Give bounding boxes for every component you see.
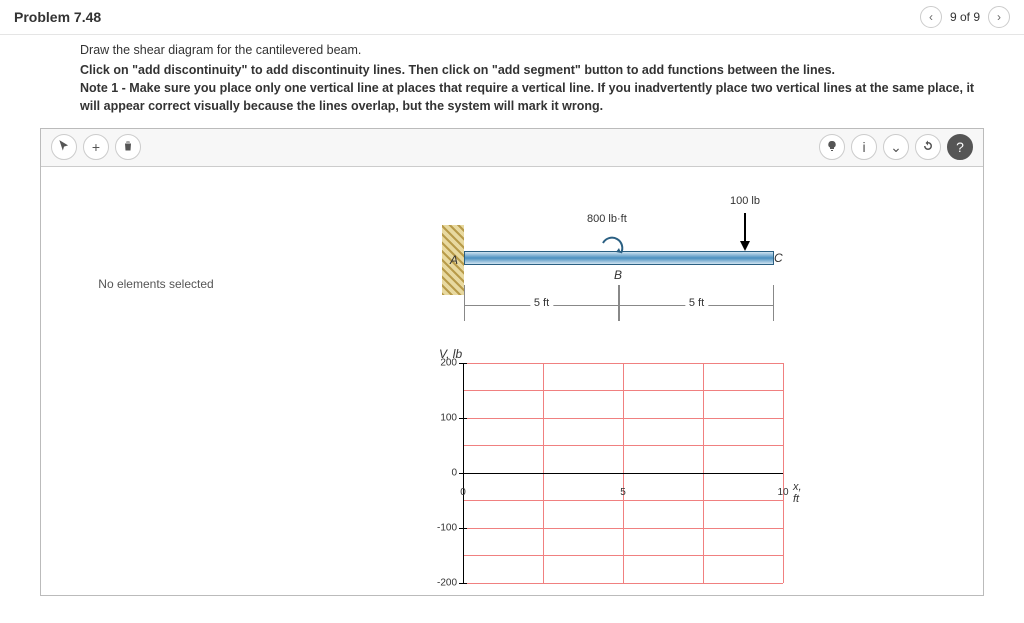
- add-button[interactable]: +: [83, 134, 109, 160]
- toolbar: + i ⌄: [41, 129, 983, 167]
- question-icon: ?: [956, 139, 964, 155]
- dimension-2: 5 ft: [619, 295, 774, 317]
- info-icon: i: [862, 139, 865, 155]
- moment-label: 800 lb·ft: [587, 213, 627, 225]
- header-nav: ‹ 9 of 9 ›: [920, 6, 1010, 28]
- y-tick-0: 0: [427, 467, 457, 478]
- shear-graph[interactable]: V, lb: [427, 349, 827, 589]
- plus-icon: +: [92, 139, 100, 155]
- lightbulb-icon: [826, 139, 838, 155]
- hint-button[interactable]: [819, 134, 845, 160]
- x-axis: [463, 473, 783, 474]
- plot-area[interactable]: 200 100 0 -100 -200 0 5 10 x, ft: [463, 363, 783, 583]
- toolbar-right: i ⌄ ?: [819, 134, 973, 160]
- beam-diagram: A B C 800 lb·ft 100 lb 5 ft 5 ft: [442, 195, 812, 345]
- moment-arrow-icon: [597, 235, 627, 265]
- toolbar-left: +: [51, 134, 141, 160]
- chevron-down-icon: ⌄: [890, 139, 902, 156]
- y-tick-200: 200: [427, 357, 457, 368]
- point-label-c: C: [774, 251, 783, 265]
- load-arrow-icon: [738, 213, 752, 251]
- workspace-panel: + i ⌄: [40, 128, 984, 596]
- cursor-icon: [57, 139, 71, 156]
- help-button[interactable]: ?: [947, 134, 973, 160]
- y-tick-neg200: -200: [427, 577, 457, 588]
- x-tick-5: 5: [620, 487, 626, 498]
- selection-sidebar: No elements selected: [41, 167, 271, 595]
- instruction-note-a: Click on "add discontinuity" to add disc…: [80, 61, 984, 79]
- chevron-left-icon: ‹: [929, 10, 933, 24]
- reset-button[interactable]: [915, 134, 941, 160]
- dimension-1: 5 ft: [464, 295, 619, 317]
- instructions: Draw the shear diagram for the cantileve…: [0, 35, 1024, 122]
- next-button[interactable]: ›: [988, 6, 1010, 28]
- point-label-b: B: [614, 268, 622, 282]
- x-tick-10: 10: [777, 487, 788, 498]
- info-button[interactable]: i: [851, 134, 877, 160]
- prev-button[interactable]: ‹: [920, 6, 942, 28]
- trash-icon: [122, 139, 134, 155]
- y-tick-neg100: -100: [427, 522, 457, 533]
- selection-message: No elements selected: [98, 277, 213, 291]
- point-label-a: A: [450, 253, 458, 267]
- page-header: Problem 7.48 ‹ 9 of 9 ›: [0, 0, 1024, 35]
- chevron-right-icon: ›: [997, 10, 1001, 24]
- instruction-prompt: Draw the shear diagram for the cantileve…: [80, 41, 984, 59]
- nav-count: 9 of 9: [950, 10, 980, 24]
- instruction-note-b: Note 1 - Make sure you place only one ve…: [80, 79, 984, 115]
- y-tick-100: 100: [427, 412, 457, 423]
- reset-icon: [922, 139, 934, 155]
- dropdown-button[interactable]: ⌄: [883, 134, 909, 160]
- canvas-area: No elements selected A B C 800 lb·ft 100…: [41, 167, 983, 595]
- dimension-1-text: 5 ft: [530, 297, 553, 309]
- graphic-area[interactable]: A B C 800 lb·ft 100 lb 5 ft 5 ft: [271, 167, 983, 595]
- delete-button[interactable]: [115, 134, 141, 160]
- pointer-tool-button[interactable]: [51, 134, 77, 160]
- x-tick-0: 0: [460, 487, 466, 498]
- x-axis-title: x, ft: [793, 481, 802, 505]
- problem-title: Problem 7.48: [14, 9, 101, 25]
- load-label: 100 lb: [730, 195, 760, 207]
- dimension-2-text: 5 ft: [685, 297, 708, 309]
